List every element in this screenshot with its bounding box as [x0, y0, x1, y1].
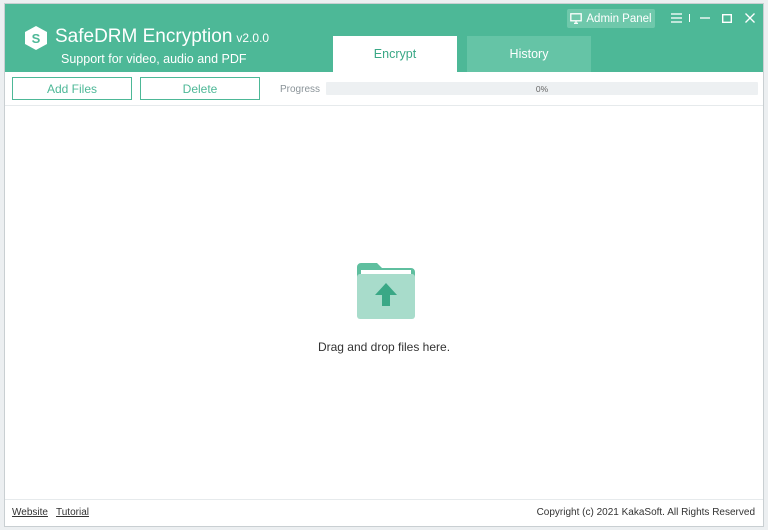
admin-panel-button[interactable]: Admin Panel [567, 9, 655, 28]
close-icon[interactable] [741, 9, 759, 27]
progress-text: 0% [535, 83, 549, 94]
drop-zone[interactable]: Drag and drop files here. [5, 106, 763, 499]
app-name: SafeDRM Encryption [55, 26, 233, 47]
folder-upload-icon [357, 263, 415, 319]
minimize-icon[interactable] [696, 9, 714, 27]
tab-history[interactable]: History [467, 36, 591, 72]
maximize-icon[interactable] [718, 9, 736, 27]
app-window: S SafeDRM Encryption v2.0.0 Support for v… [4, 3, 764, 527]
footer: Website Tutorial Copyright (c) 2021 Kaka… [5, 499, 763, 526]
app-logo-icon: S [25, 26, 47, 50]
admin-panel-label: Admin Panel [586, 12, 652, 25]
tutorial-link[interactable]: Tutorial [56, 507, 89, 518]
app-subtitle: Support for video, audio and PDF [61, 52, 247, 66]
copyright-text: Copyright (c) 2021 KakaSoft. All Rights … [536, 507, 755, 518]
app-title: SafeDRM Encryption v2.0.0 [55, 26, 269, 49]
svg-text:S: S [32, 31, 41, 46]
progress-bar: 0% [326, 82, 758, 95]
delete-button[interactable]: Delete [140, 77, 260, 100]
header-bar: S SafeDRM Encryption v2.0.0 Support for v… [5, 4, 763, 72]
drop-zone-text: Drag and drop files here. [317, 340, 451, 354]
progress-label: Progress [280, 84, 321, 95]
titlebar-divider [689, 14, 690, 22]
monitor-icon [570, 13, 583, 24]
tab-encrypt[interactable]: Encrypt [333, 36, 457, 72]
app-version: v2.0.0 [236, 31, 270, 45]
menu-icon[interactable] [667, 9, 685, 27]
toolbar: Add Files Delete Progress 0% [5, 72, 763, 106]
website-link[interactable]: Website [12, 507, 48, 518]
add-files-button[interactable]: Add Files [12, 77, 132, 100]
